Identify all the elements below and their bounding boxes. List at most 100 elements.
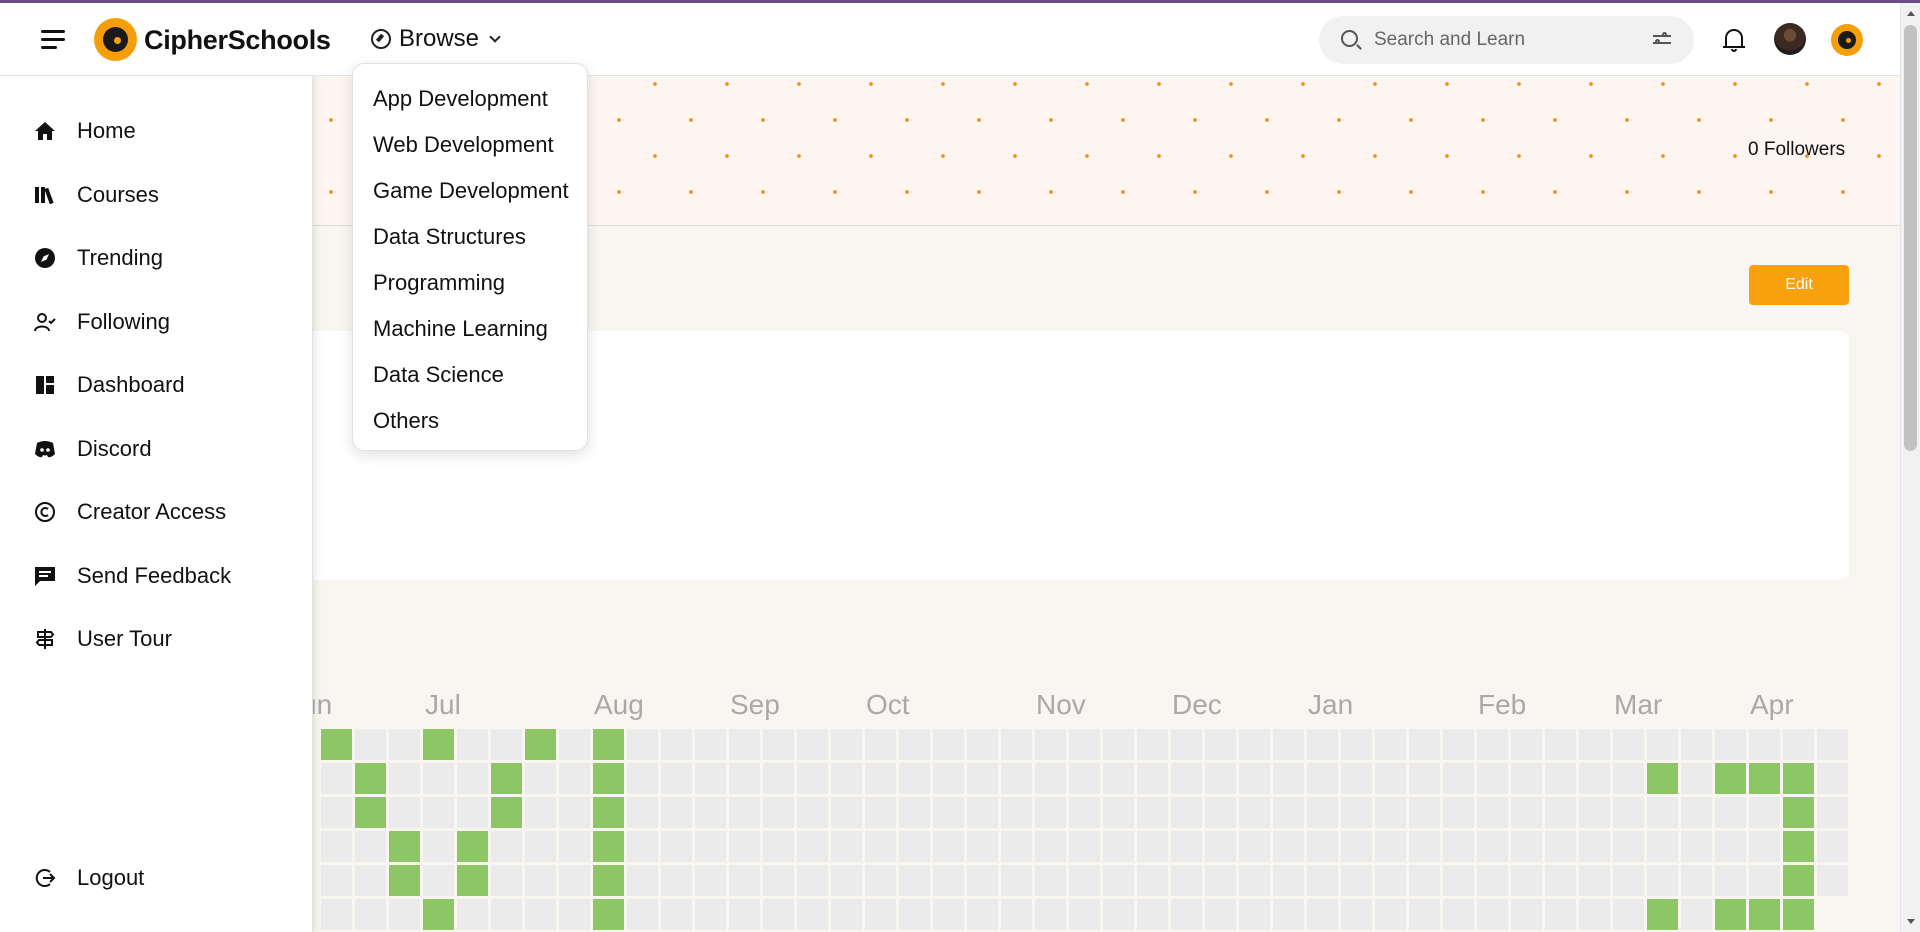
hamburger-menu-icon[interactable]	[41, 29, 65, 49]
sidebar-item-creator-access[interactable]: Creator Access	[34, 495, 226, 529]
scrollbar-thumb[interactable]	[1904, 25, 1917, 451]
notification-bell-icon[interactable]	[1723, 28, 1745, 52]
activity-cell	[695, 763, 726, 794]
activity-cell	[933, 763, 964, 794]
activity-cell	[1205, 831, 1236, 862]
cipherschools-logo-icon[interactable]	[94, 18, 137, 61]
browse-menu-item[interactable]: Data Science	[373, 362, 504, 388]
sidebar: Home Courses Trending Following Dashboar…	[0, 76, 313, 932]
activity-cell	[1035, 729, 1066, 760]
activity-cell	[457, 797, 488, 828]
cipherschools-mini-logo-icon[interactable]	[1831, 24, 1863, 56]
activity-cell	[1239, 797, 1270, 828]
activity-cell	[627, 729, 658, 760]
chevron-down-icon	[489, 30, 501, 43]
activity-cell	[1647, 729, 1678, 760]
scroll-up-arrow-icon[interactable]	[1907, 11, 1915, 16]
activity-cell	[1273, 831, 1304, 862]
sidebar-item-following[interactable]: Following	[34, 305, 170, 339]
browse-menu-item[interactable]: Programming	[373, 270, 505, 296]
search-input[interactable]	[1374, 24, 1634, 56]
activity-cell	[1239, 831, 1270, 862]
user-check-icon	[34, 311, 56, 333]
activity-cell	[1715, 763, 1746, 794]
activity-cell	[627, 831, 658, 862]
signpost-icon	[34, 628, 56, 650]
page-scrollbar[interactable]	[1900, 3, 1920, 932]
activity-cell	[1613, 831, 1644, 862]
activity-cell	[1783, 763, 1814, 794]
followers-count[interactable]: 0 Followers	[1748, 139, 1845, 161]
activity-cell	[661, 797, 692, 828]
activity-cell	[321, 729, 352, 760]
browse-menu-item[interactable]: Game Development	[373, 178, 569, 204]
sidebar-item-user-tour[interactable]: User Tour	[34, 622, 172, 656]
activity-cell	[1171, 899, 1202, 930]
activity-cell	[797, 865, 828, 896]
activity-cell	[457, 831, 488, 862]
activity-cell	[899, 865, 930, 896]
month-label: Feb	[1478, 689, 1527, 720]
browse-menu-item[interactable]: App Development	[373, 86, 548, 112]
activity-cell	[1341, 865, 1372, 896]
sidebar-item-home[interactable]: Home	[34, 114, 136, 148]
edit-button[interactable]: Edit	[1749, 265, 1849, 305]
activity-cell	[389, 763, 420, 794]
browse-menu-item[interactable]: Machine Learning	[373, 316, 548, 342]
activity-cell	[1069, 763, 1100, 794]
browse-menu-item[interactable]: Others	[373, 408, 439, 434]
activity-cell	[1817, 763, 1848, 794]
activity-cell	[831, 729, 862, 760]
activity-cell	[899, 763, 930, 794]
activity-cell	[1273, 763, 1304, 794]
top-header: CipherSchools Browse	[0, 3, 1900, 76]
activity-cell	[355, 797, 386, 828]
activity-cell	[1103, 763, 1134, 794]
sidebar-item-logout[interactable]: Logout	[34, 861, 144, 895]
activity-cell	[865, 899, 896, 930]
scroll-down-arrow-icon[interactable]	[1907, 919, 1915, 924]
browse-menu-item[interactable]: Data Structures	[373, 224, 526, 250]
sidebar-item-trending[interactable]: Trending	[34, 241, 163, 275]
user-avatar[interactable]	[1774, 23, 1806, 55]
activity-cell	[1613, 729, 1644, 760]
activity-cell	[1035, 899, 1066, 930]
activity-cell	[899, 729, 930, 760]
brand-name[interactable]: CipherSchools	[144, 25, 331, 56]
activity-cell	[423, 729, 454, 760]
activity-cell	[1443, 831, 1474, 862]
activity-cell	[831, 899, 862, 930]
activity-cell	[1647, 831, 1678, 862]
activity-cell	[1749, 797, 1780, 828]
activity-cell	[1545, 763, 1576, 794]
activity-cell	[1579, 763, 1610, 794]
month-label: Sep	[730, 689, 780, 720]
activity-cell	[831, 797, 862, 828]
activity-cell	[1375, 831, 1406, 862]
activity-cell	[1239, 729, 1270, 760]
activity-cell	[933, 899, 964, 930]
filter-sliders-icon[interactable]	[1653, 32, 1671, 46]
activity-cell	[1647, 763, 1678, 794]
sidebar-item-send-feedback[interactable]: Send Feedback	[34, 559, 231, 593]
activity-cell	[1001, 899, 1032, 930]
sidebar-item-dashboard[interactable]: Dashboard	[34, 368, 185, 402]
activity-cell	[1409, 865, 1440, 896]
activity-cell	[1783, 865, 1814, 896]
browse-menu-item[interactable]: Web Development	[373, 132, 554, 158]
activity-cell	[967, 729, 998, 760]
sidebar-item-courses[interactable]: Courses	[34, 178, 159, 212]
activity-cell	[1647, 797, 1678, 828]
activity-cell	[1103, 729, 1134, 760]
activity-cell	[1715, 899, 1746, 930]
activity-cell	[1069, 831, 1100, 862]
activity-cell	[797, 797, 828, 828]
activity-cell	[1647, 865, 1678, 896]
activity-cell	[1035, 865, 1066, 896]
activity-cell	[1409, 797, 1440, 828]
sidebar-item-discord[interactable]: Discord	[34, 432, 152, 466]
browse-dropdown[interactable]: Browse	[371, 25, 501, 53]
activity-cell	[1613, 899, 1644, 930]
activity-cell	[1783, 797, 1814, 828]
activity-cell	[423, 865, 454, 896]
